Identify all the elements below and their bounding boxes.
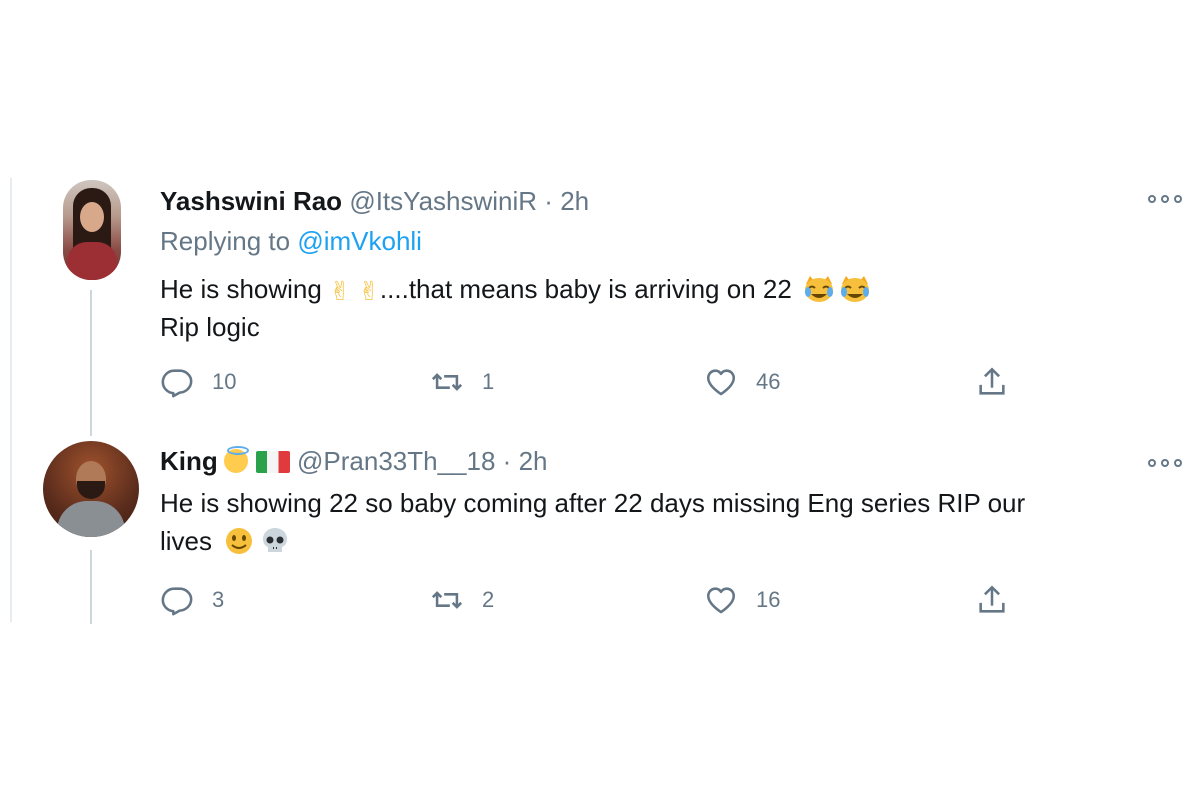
replying-prefix: Replying to: [160, 226, 291, 256]
tweet-text: He is showing 22 so baby coming after 22…: [160, 484, 1160, 560]
laughing-cat-icon: [805, 276, 834, 302]
tweet-card[interactable]: King @Pran33Th__18 · 2h He is showing 22…: [0, 438, 1200, 628]
laughing-cat-icon: [841, 276, 870, 302]
avatar[interactable]: [63, 180, 121, 280]
like-button[interactable]: 46: [704, 364, 780, 400]
reply-count: 3: [212, 587, 225, 612]
tweet-text: He is showing ✌ ✌....that means baby is …: [160, 270, 1140, 346]
tweet-time[interactable]: 2h: [560, 186, 589, 216]
tweet-card[interactable]: Yashswini Rao @ItsYashswiniR · 2h Replyi…: [0, 178, 1200, 438]
tweet-time[interactable]: 2h: [519, 446, 548, 476]
tweet-header: King @Pran33Th__18 · 2h: [160, 446, 547, 476]
skull-icon: [263, 528, 288, 552]
share-icon: [979, 585, 1005, 613]
like-count: 16: [756, 587, 781, 612]
tweet-text-line1-b: ....that means baby is arriving on 22: [379, 274, 792, 304]
tweet-text-line2: Rip logic: [160, 312, 260, 342]
share-icon: [979, 367, 1005, 395]
like-icon: [706, 587, 736, 614]
author-handle[interactable]: @ItsYashswiniR: [349, 186, 537, 216]
tweet-text-line2: lives: [160, 526, 213, 556]
slightly-smiling-face-icon: [226, 528, 253, 554]
retweet-button[interactable]: 2: [430, 582, 494, 618]
author-handle[interactable]: @Pran33Th__18: [297, 446, 495, 476]
like-icon: [706, 369, 736, 396]
author-name[interactable]: King: [160, 446, 218, 476]
reply-button[interactable]: 3: [160, 582, 224, 618]
replying-to: Replying to @imVkohli: [160, 226, 422, 256]
author-name[interactable]: Yashswini Rao: [160, 186, 342, 216]
replying-mention[interactable]: @imVkohli: [297, 226, 422, 256]
retweet-icon: [431, 373, 463, 391]
tweet-actions: 10 1 46: [0, 364, 1200, 400]
tweet-text-line1: He is showing 22 so baby coming after 22…: [160, 488, 1026, 518]
tweet-header: Yashswini Rao @ItsYashswiniR · 2h: [160, 186, 589, 216]
reply-button[interactable]: 10: [160, 364, 236, 400]
retweet-count: 1: [482, 369, 495, 394]
retweet-icon: [431, 591, 463, 609]
victory-hand-icon: ✌: [358, 276, 380, 306]
share-button[interactable]: [975, 364, 1009, 400]
retweet-button[interactable]: 1: [430, 364, 494, 400]
tweet-actions: 3 2 16: [0, 582, 1200, 618]
separator-dot: ·: [502, 446, 512, 476]
reply-count: 10: [212, 369, 237, 394]
more-icon[interactable]: [1148, 456, 1182, 470]
smiling-face-with-halo-icon: [223, 446, 249, 473]
reply-icon: [161, 369, 193, 398]
tweet-text-line1-a: He is showing: [160, 274, 322, 304]
avatar[interactable]: [43, 441, 139, 537]
tweet-thread-page: Yashswini Rao @ItsYashswiniR · 2h Replyi…: [0, 0, 1200, 800]
retweet-count: 2: [482, 587, 495, 612]
separator-dot: ·: [544, 186, 553, 216]
like-button[interactable]: 16: [704, 582, 780, 618]
share-button[interactable]: [975, 582, 1009, 618]
reply-icon: [161, 587, 193, 616]
victory-hand-icon: ✌: [329, 276, 351, 306]
more-icon[interactable]: [1148, 192, 1182, 206]
like-count: 46: [756, 369, 781, 394]
italy-flag-icon: [255, 451, 290, 473]
thread-connector: [90, 290, 92, 436]
